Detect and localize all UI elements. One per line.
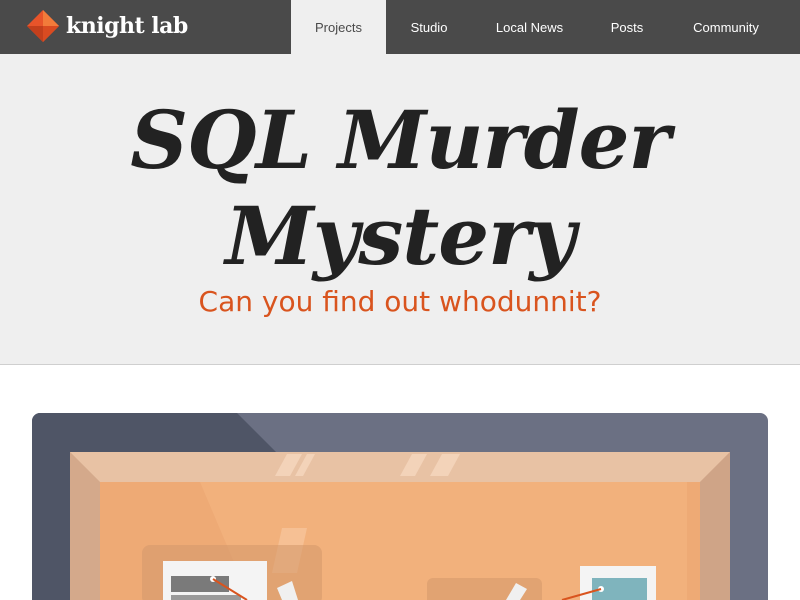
diamond-logo-icon: [27, 10, 59, 42]
page-title: SQL Murder Mystery: [0, 92, 800, 284]
nav-projects[interactable]: Projects: [291, 0, 386, 54]
logo-text: knight lab: [66, 13, 188, 39]
nav-studio[interactable]: Studio: [386, 0, 472, 54]
nav-posts[interactable]: Posts: [587, 0, 667, 54]
page-subtitle: Can you find out whodunnit?: [198, 285, 602, 318]
title-line-2: Mystery: [225, 189, 576, 283]
corkboard-illustration-image: [32, 413, 768, 600]
nav-community[interactable]: Community: [667, 0, 785, 54]
top-navigation-bar: knight lab Projects Studio Local News Po…: [0, 0, 800, 54]
corkboard-illustration: [32, 413, 768, 600]
knight-lab-logo[interactable]: knight lab: [26, 9, 188, 43]
nav-local-news[interactable]: Local News: [472, 0, 587, 54]
hero-section: SQL Murder Mystery Can you find out whod…: [0, 54, 800, 365]
title-line-1: SQL Murder: [130, 93, 670, 187]
